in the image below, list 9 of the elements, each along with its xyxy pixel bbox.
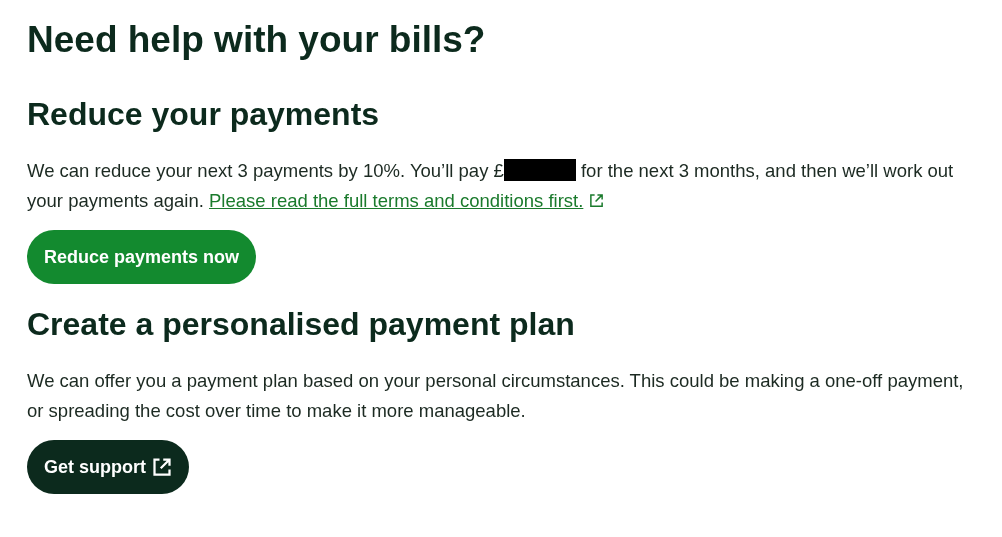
action-button[interactable]: Reduce payments now (27, 230, 257, 284)
action-button[interactable]: Get support (27, 440, 189, 494)
section-paragraph: We can offer you a payment plan based on your personal circumstances. This could be making a one-off payment, or spreading the cost over time to make it more manageable. (27, 369, 965, 423)
section-heading: Create a personalised payment plan (27, 305, 576, 344)
external-link-icon (152, 457, 172, 477)
section-heading: Reduce your payments (27, 95, 381, 134)
page-title: Need help with your bills? (27, 18, 487, 62)
section-paragraph: We can reduce your next 3 payments by 10%. You’ll pay £ for the next 3 months, and then we’ll work out your payments again. Please read the full terms and conditions first. (27, 158, 955, 213)
terms-link[interactable]: Please read the full terms and conditions first. (209, 190, 584, 211)
